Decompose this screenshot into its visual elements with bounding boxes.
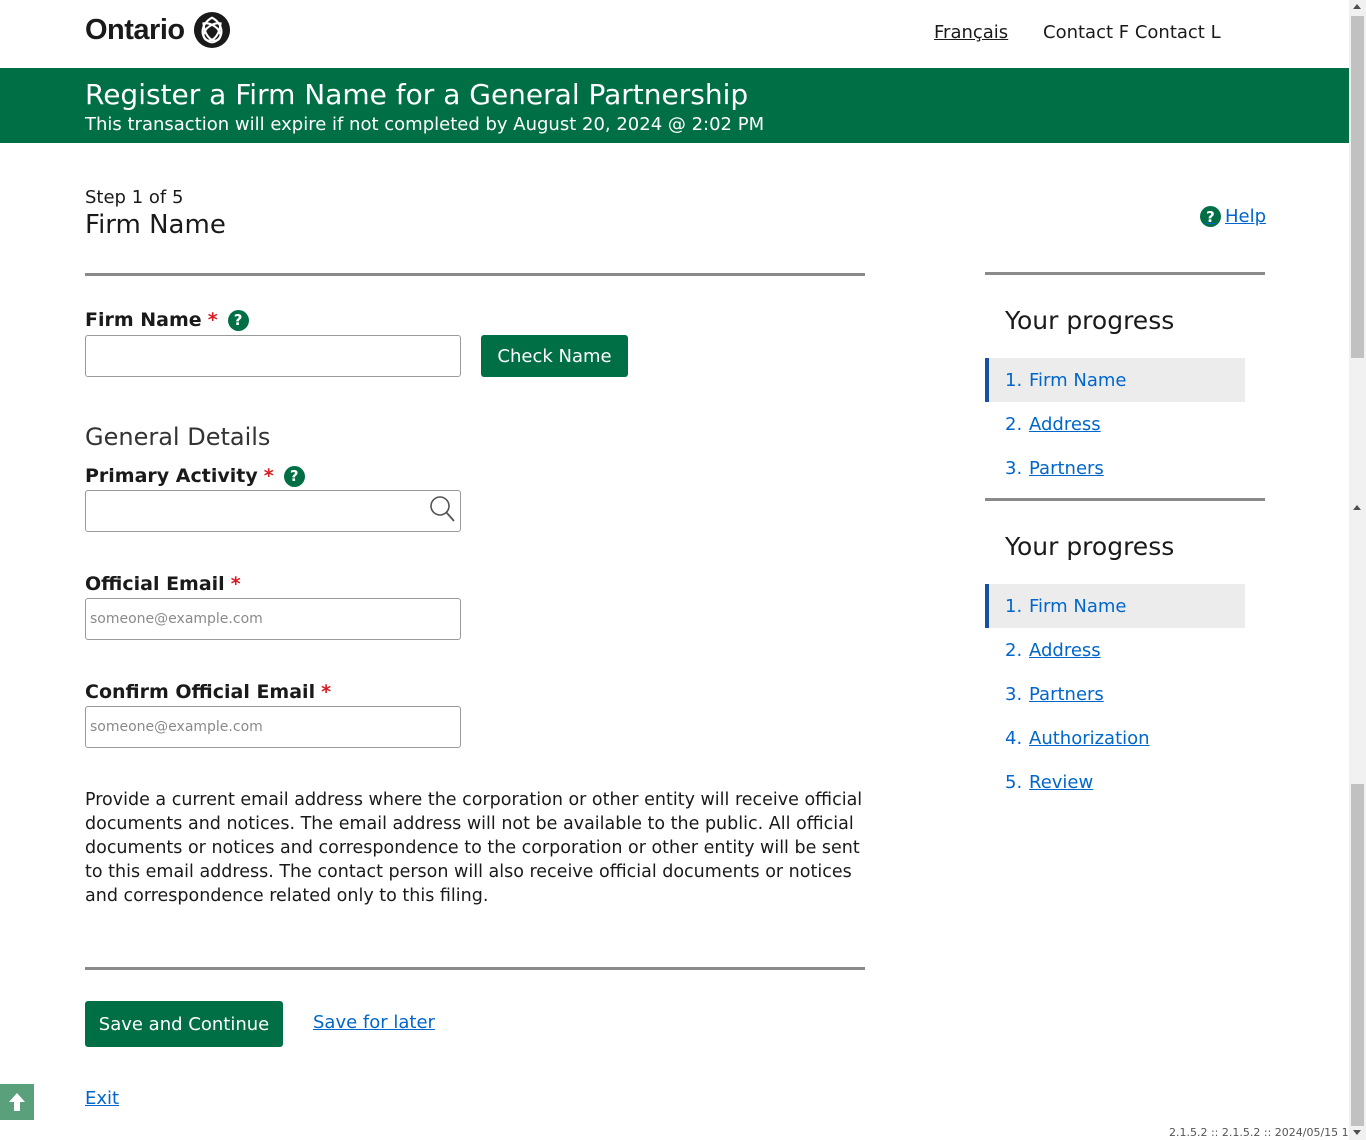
firm-name-label: Firm Name * ? [85, 309, 249, 331]
scroll-up-icon[interactable] [1353, 4, 1361, 9]
step-title: Firm Name [85, 210, 226, 240]
ontario-logo[interactable]: Ontario [85, 11, 231, 49]
sidebar-divider [985, 272, 1265, 275]
search-icon[interactable] [428, 494, 456, 524]
version-info: 2.1.5.2 :: 2.1.5.2 :: 2024/05/15 10:15 [1169, 1126, 1366, 1139]
confirm-email-input[interactable] [85, 706, 461, 748]
progress-item-address[interactable]: 2. Address [985, 628, 1245, 672]
primary-activity-label: Primary Activity * ? [85, 465, 305, 487]
primary-activity-help-icon[interactable]: ? [283, 465, 305, 487]
trillium-icon [193, 11, 230, 49]
top-bar: Ontario Français Contact F Contact L [0, 0, 1349, 68]
step-indicator: Step 1 of 5 [85, 187, 184, 208]
back-to-top-button[interactable] [0, 1084, 34, 1120]
progress-item-partners[interactable]: 3. Partners [985, 446, 1245, 490]
required-marker: * [263, 465, 274, 487]
official-email-input[interactable] [85, 598, 461, 640]
scroll-thumb[interactable] [1351, 784, 1364, 1126]
email-info-text: Provide a current email address where th… [85, 790, 863, 906]
firm-name-help-icon[interactable]: ? [227, 309, 249, 331]
user-name[interactable]: Contact F Contact L [1043, 22, 1221, 43]
save-continue-button[interactable]: Save and Continue [85, 1001, 283, 1047]
primary-activity-search-input[interactable] [85, 490, 461, 532]
scroll-down-icon[interactable] [1353, 1130, 1361, 1135]
progress-item-partners[interactable]: 3. Partners [985, 672, 1245, 716]
progress-item-firm-name[interactable]: 1. Firm Name [985, 358, 1245, 402]
official-email-label-text: Official Email [85, 573, 225, 595]
exit-link[interactable]: Exit [85, 1088, 119, 1109]
arrow-up-icon [9, 1093, 25, 1111]
logo-text: Ontario [85, 13, 185, 46]
general-details-heading: General Details [85, 423, 271, 451]
firm-name-label-text: Firm Name [85, 309, 202, 331]
progress-heading: Your progress [1005, 306, 1175, 335]
progress-item-authorization[interactable]: 4. Authorization [985, 716, 1245, 760]
expiry-notice: This transaction will expire if not comp… [85, 114, 765, 135]
required-marker: * [321, 681, 332, 703]
confirm-email-label: Confirm Official Email * [85, 681, 331, 703]
primary-activity-label-text: Primary Activity [85, 465, 258, 487]
help-label: Help [1225, 206, 1267, 227]
scroll-thumb[interactable] [1351, 16, 1364, 358]
required-marker: * [207, 309, 218, 331]
progress-item-review[interactable]: 5. Review [985, 760, 1245, 804]
help-icon: ? [1200, 206, 1221, 227]
confirm-email-label-text: Confirm Official Email [85, 681, 316, 703]
progress-heading: Your progress [1005, 532, 1175, 561]
page-banner: Register a Firm Name for a General Partn… [0, 68, 1349, 143]
divider [85, 967, 865, 970]
scroll-marker-icon [1353, 505, 1361, 510]
language-link[interactable]: Français [934, 22, 1008, 43]
required-marker: * [230, 573, 241, 595]
progress-item-address[interactable]: 2. Address [985, 402, 1245, 446]
firm-name-input[interactable] [85, 335, 461, 377]
page-title: Register a Firm Name for a General Partn… [85, 78, 749, 111]
sidebar-divider [985, 498, 1265, 501]
help-link[interactable]: ? Help [1200, 206, 1266, 227]
divider [85, 273, 865, 276]
progress-item-firm-name[interactable]: 1. Firm Name [985, 584, 1245, 628]
official-email-label: Official Email * [85, 573, 241, 595]
check-name-button[interactable]: Check Name [481, 335, 628, 377]
save-for-later-link[interactable]: Save for later [313, 1012, 435, 1033]
